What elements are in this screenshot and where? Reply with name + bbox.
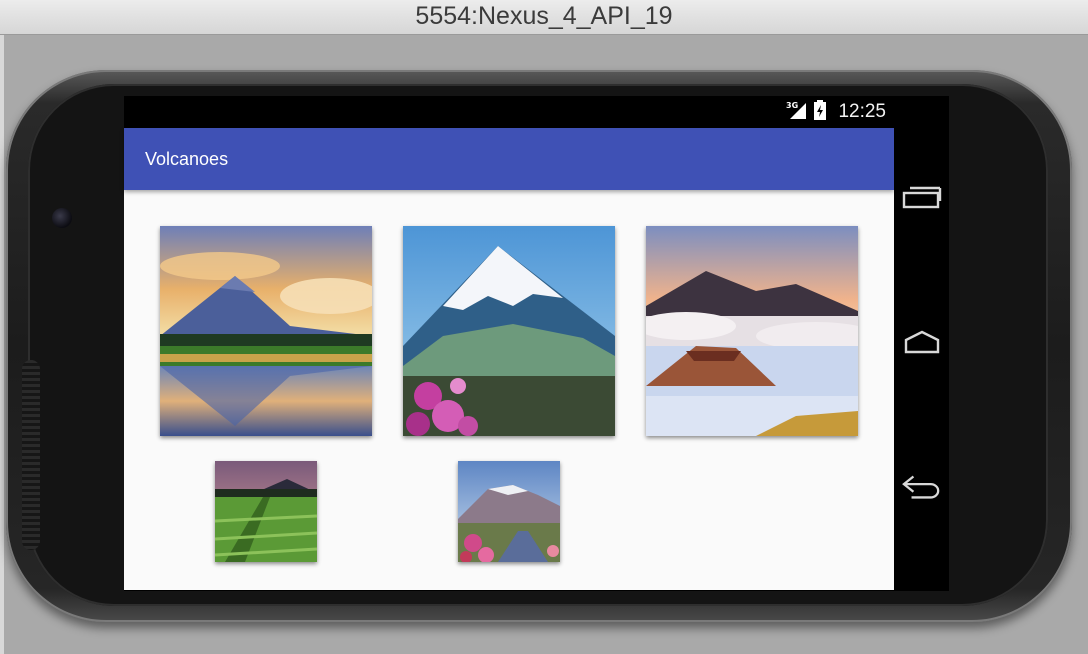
app-bar: Volcanoes (124, 128, 894, 190)
app-title: Volcanoes (145, 149, 229, 169)
front-camera-icon (52, 208, 72, 228)
status-bar: 3G 12:25 (124, 96, 894, 128)
background-window-edge (0, 35, 4, 654)
svg-text:3G: 3G (786, 101, 798, 110)
speaker-grille (22, 360, 40, 550)
gallery-image-volcano-rice-field[interactable] (215, 461, 317, 562)
recent-apps-icon[interactable] (902, 178, 942, 218)
gallery-image-snow-capped-volcano[interactable] (403, 226, 615, 436)
back-icon[interactable] (902, 466, 942, 506)
app-content: Volcanoes (124, 128, 894, 590)
home-icon[interactable] (902, 322, 942, 362)
signal-3g-icon: 3G (786, 100, 808, 125)
device-screen: 3G 12:25 Volcanoes (124, 96, 949, 591)
gallery-image-mayon-volcano-lake[interactable] (160, 226, 372, 436)
gallery-image-volcano-flower-road[interactable] (458, 461, 560, 562)
battery-icon (814, 99, 827, 125)
emulator-title-bar: 5554:Nexus_4_API_19 (0, 0, 1088, 35)
status-clock: 12:25 (838, 101, 886, 122)
navigation-bar (894, 96, 949, 591)
gallery-image-volcano-above-clouds[interactable] (646, 226, 858, 436)
screen-bottom-edge (124, 590, 894, 591)
window-title: 5554:Nexus_4_API_19 (415, 2, 673, 30)
